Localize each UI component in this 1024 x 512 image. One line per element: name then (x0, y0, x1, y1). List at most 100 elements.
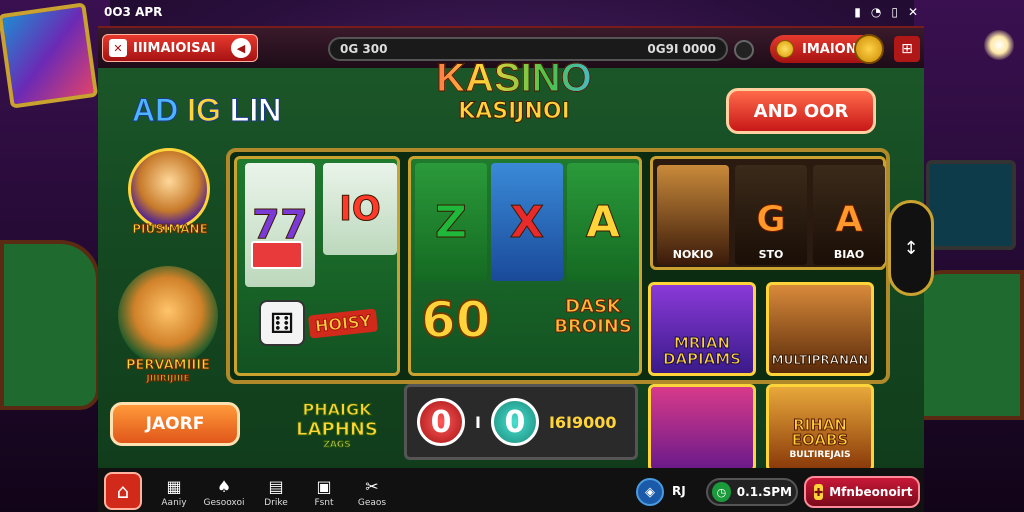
tile-4-line-2: EOABS (791, 431, 849, 449)
menu-label: IMAION (802, 41, 857, 57)
top-cta-button[interactable]: AND OOR (726, 88, 876, 134)
portrait-label-3: BIAO (833, 248, 865, 261)
account-label: Mfnbeonoirt (829, 485, 913, 499)
tile-1-line-2: DAPIAMS (663, 350, 742, 368)
nav-rj-label: RJ (672, 484, 686, 498)
app-logo-button[interactable]: ✕ IIIMAIOISAI ◀ (102, 34, 258, 62)
reel-letter-a: A (567, 163, 639, 281)
close-icon[interactable]: ✕ (908, 5, 918, 19)
logo-icon: ✕ (109, 39, 127, 57)
tile-4-sub: BULTIREJAIS (789, 450, 851, 460)
slot-game-portraits[interactable]: NOKIO G STO A BIAO (650, 156, 886, 270)
signal-icon: ▮ (854, 5, 861, 19)
grid-menu-icon[interactable]: ⊞ (894, 36, 920, 62)
app-logo-label: IIIMAIOISAI (133, 40, 216, 56)
nav-item-5[interactable]: ✂ Geaos (342, 472, 402, 512)
coin-icon (776, 40, 794, 58)
promo-title: AD IG LIN (131, 92, 282, 129)
promo-badge[interactable]: PHAIGK LAPHNS ZAGS (292, 400, 382, 451)
mascot-sublabel-2: JIIIRIJIIIE (146, 374, 190, 385)
brand-main-title: KASINO (414, 56, 614, 101)
background-monitor (926, 160, 1016, 250)
cards-icon: ▤ (268, 476, 284, 496)
promo-word-1: AD (131, 92, 179, 129)
nav-item-4-label: Fsnt (314, 497, 334, 508)
nav-item-1-label: Aaniy (161, 497, 187, 508)
counter-separator: I (475, 412, 481, 432)
updown-arrow-icon: ↕ (903, 237, 919, 259)
coin-shop-button[interactable] (854, 34, 884, 64)
game-tile-portrait[interactable] (648, 384, 756, 472)
brand-logo: KASINO KASIJNOI (414, 56, 614, 125)
time-label: 0.1.SPM (736, 485, 792, 499)
slot-game-classic[interactable]: 77 IO ⚅ HOISY (234, 156, 400, 376)
dice-game[interactable]: ⚅ HOISY (259, 295, 389, 351)
dask-label: DASK (565, 296, 622, 317)
scroll-arrow-button[interactable]: ↕ (888, 200, 934, 296)
reel-letter-z: Z (415, 163, 487, 281)
promo-word-3: LIN (229, 92, 282, 129)
left-cta-button[interactable]: JAORF (110, 402, 240, 446)
background-poker-table-left (0, 240, 100, 410)
dice-label: HOISY (307, 308, 379, 338)
balance-toggle[interactable] (734, 40, 754, 60)
red-chip[interactable]: 0 (417, 398, 465, 446)
mascot-label-1: PIUSIMANE (132, 222, 209, 237)
mascot-label-2: PERVAMIIIE (126, 358, 211, 374)
game-tile-mrian[interactable]: MRIAN DAPIAMS (648, 282, 756, 376)
account-icon: ✚ (814, 484, 824, 500)
nav-item-2[interactable]: ♠ Gesooxoi (194, 472, 254, 512)
background-spotlight (984, 30, 1014, 60)
back-arrow-icon: ◀ (231, 38, 251, 58)
poker-icon: ♠ (216, 476, 232, 496)
mascot-lion-portrait[interactable] (118, 266, 218, 366)
time-pill[interactable]: ◷ 0.1.SPM (706, 478, 798, 506)
promo-badge-line-3: ZAGS (323, 440, 351, 451)
nav-item-3-label: Drike (264, 497, 288, 508)
nav-item-2-label: Gesooxoi (203, 497, 245, 508)
clock-icon: ◷ (712, 482, 731, 502)
brand-subtitle: KASIJNOI (458, 99, 571, 124)
chip-counter: 0 I 0 I6I9000 (404, 384, 638, 460)
status-time: 0O3 APR (104, 5, 163, 19)
bottom-nav: ⌂ ▦ Aaniy ♠ Gesooxoi ▤ Drike ▣ Fsnt ✂ Ge… (98, 468, 924, 512)
background-neon-sign (0, 2, 99, 109)
portrait-label-1: NOKIO (672, 248, 714, 261)
portrait-card-3[interactable]: A BIAO (813, 165, 885, 265)
wifi-icon: ◔ (870, 5, 882, 19)
tools-icon: ✂ (365, 476, 379, 496)
mascot-portrait-1[interactable] (128, 148, 210, 230)
dice-icon: ⚅ (259, 300, 305, 346)
promo-badge-line-1: PHAIGK (302, 400, 372, 420)
teal-chip[interactable]: 0 (490, 398, 539, 446)
home-icon: ⌂ (116, 479, 130, 503)
shield-icon: ◈ (645, 484, 655, 500)
battery-icon: ▯ (891, 5, 898, 19)
portrait-glyph-2: G (756, 199, 787, 241)
jackpot-number: 60 (420, 290, 492, 350)
portrait-card-2[interactable]: G STO (735, 165, 807, 265)
promo-word-2: IG (187, 92, 222, 129)
reel-letter-x: X (491, 163, 563, 281)
reel-ten: IO (323, 163, 397, 255)
slot-game-letters[interactable]: Z X A 60 DASK BROINS (408, 156, 642, 376)
portrait-label-2: STO (758, 248, 784, 261)
ticket-icon (251, 241, 303, 269)
game-tile-rihan[interactable]: RIHAN EOABS BULTIREJAIS (766, 384, 874, 472)
game-tile-multipranan[interactable]: MULTIPRANAN (766, 282, 874, 376)
casino-app: ✕ IIIMAIOISAI ◀ 0G 300 0G9I 0000 IMAION … (98, 26, 934, 512)
balance-right-value: 0G9I 0000 (647, 42, 716, 56)
status-bar: 0O3 APR ▮ ◔ ▯ ✕ (98, 0, 924, 24)
dask-broins-label: DASK BROINS (545, 296, 641, 337)
portrait-glyph-3: A (835, 199, 864, 241)
home-button[interactable]: ⌂ (104, 472, 142, 510)
counter-value: I6I9000 (548, 412, 617, 432)
settings-round-button[interactable]: ◈ (636, 478, 664, 506)
portrait-card-1[interactable]: NOKIO (657, 165, 729, 265)
balance-left-value: 0G 300 (340, 42, 388, 56)
account-button[interactable]: ✚ Mfnbeonoirt (804, 476, 920, 508)
slots-icon: ▦ (166, 476, 182, 496)
tile-2-label: MULTIPRANAN (771, 353, 869, 368)
broins-label: BROINS (554, 316, 633, 337)
table-icon: ▣ (316, 476, 332, 496)
